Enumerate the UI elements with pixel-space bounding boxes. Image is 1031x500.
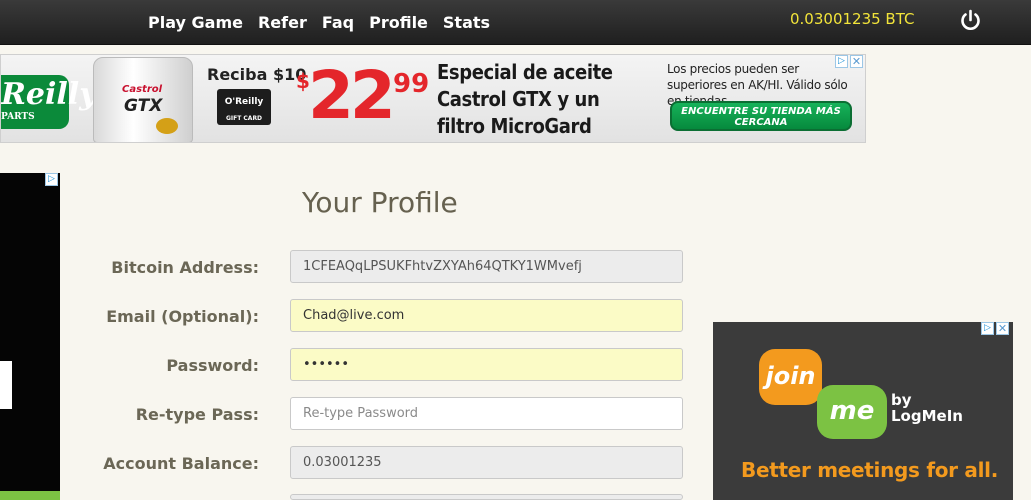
ad-headline: Especial de aceite Castrol GTX y un filt…	[437, 60, 613, 138]
nav-play-game[interactable]: Play Game	[148, 13, 243, 32]
banner-ad[interactable]: Reilly PARTS Castrol GTX Reciba $10 O'Re…	[0, 54, 866, 143]
nav-refer[interactable]: Refer	[258, 13, 307, 32]
adchoices-icon[interactable]: ▷	[835, 55, 848, 68]
find-store-button[interactable]: ENCUENTRE SU TIENDA MÁS CERCANA	[670, 101, 852, 131]
retype-password-field[interactable]: Re-type Password	[290, 397, 683, 430]
logmein-brand: by LogMeIn	[891, 391, 963, 425]
left-side-ad[interactable]	[0, 173, 60, 500]
left-adchoices-icon[interactable]: ▷	[45, 173, 58, 186]
right-adchoices-icon[interactable]: ▷	[981, 322, 994, 335]
next-field[interactable]	[290, 494, 683, 500]
join-logo: join	[759, 349, 822, 405]
gift-card-image: O'Reilly GIFT CARD	[217, 89, 271, 125]
email-label: Email (Optional):	[106, 307, 259, 326]
password-label: Password:	[166, 356, 259, 375]
btc-balance: 0.03001235 BTC	[790, 10, 915, 28]
top-nav-bar: Play Game Refer Faq Profile Stats 0.0300…	[0, 0, 1031, 45]
account-balance-field[interactable]: 0.03001235	[290, 446, 683, 479]
page-title: Your Profile	[302, 186, 458, 219]
password-field[interactable]: ••••••	[290, 348, 683, 381]
nav-stats[interactable]: Stats	[443, 13, 490, 32]
ad-tagline: Better meetings for all.	[741, 458, 998, 482]
reciba-text: Reciba $10	[207, 65, 307, 84]
bitcoin-address-field[interactable]: 1CFEAQqLPSUKFhtvZXYAh64QTKY1WMvefj	[290, 250, 683, 283]
nav-profile[interactable]: Profile	[369, 13, 428, 32]
bitcoin-address-label: Bitcoin Address:	[111, 258, 259, 277]
power-icon[interactable]	[957, 7, 984, 34]
nav-faq[interactable]: Faq	[322, 13, 354, 32]
right-side-ad[interactable]: join me by LogMeIn Better meetings for a…	[713, 322, 1013, 500]
oreilly-logo: Reilly PARTS	[1, 75, 97, 129]
me-logo: me	[817, 385, 887, 439]
castrol-bottle-image: Castrol GTX	[93, 57, 193, 142]
email-field[interactable]: Chad@live.com	[290, 299, 683, 332]
account-balance-label: Account Balance:	[103, 454, 259, 473]
ad-close-icon[interactable]: ✕	[850, 55, 863, 68]
main-nav: Play Game Refer Faq Profile Stats	[148, 13, 505, 32]
retype-pass-label: Re-type Pass:	[135, 405, 259, 424]
right-ad-close-icon[interactable]: ✕	[996, 322, 1009, 335]
